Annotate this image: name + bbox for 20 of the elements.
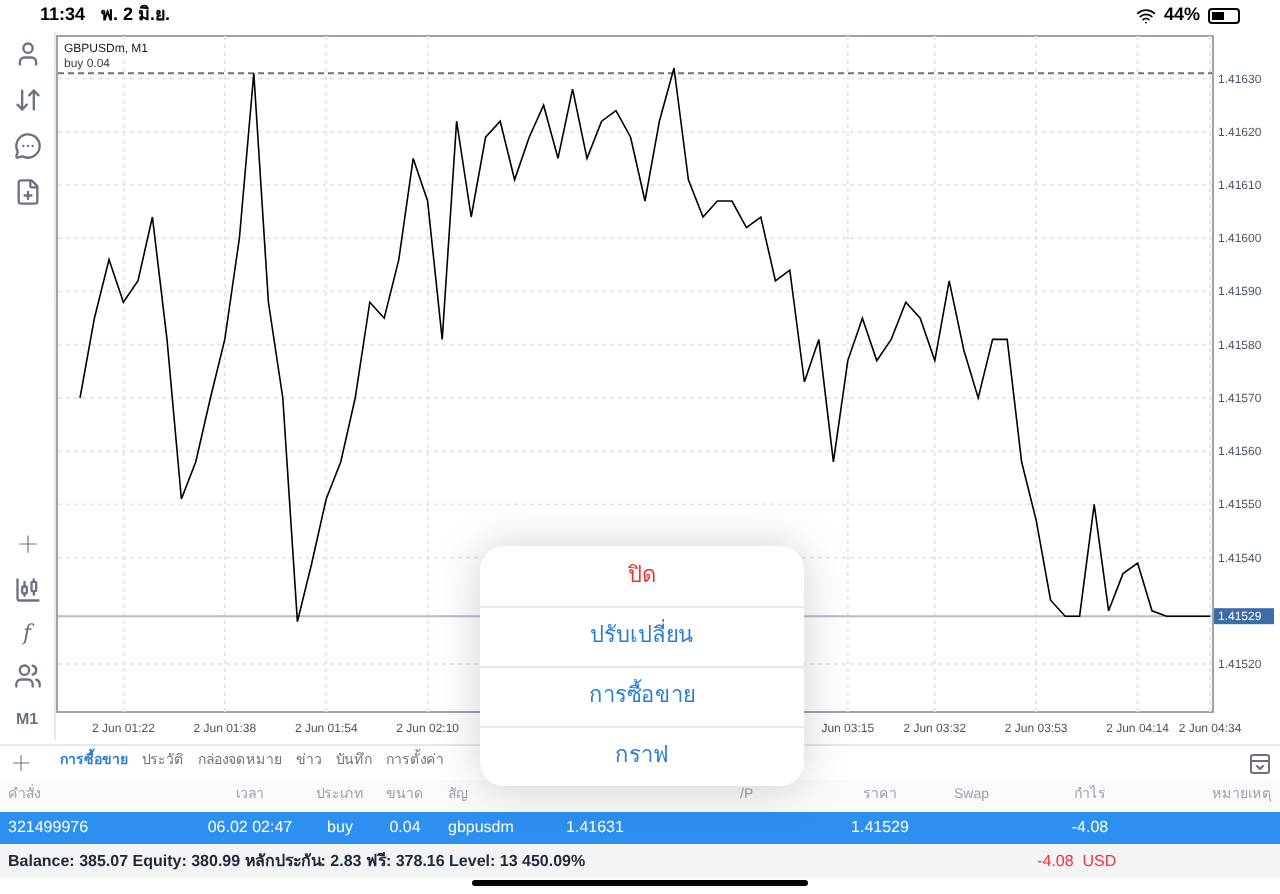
- table-cell-text: 1.41529: [849, 816, 911, 840]
- total-profit: -4.08 USD: [1037, 849, 1117, 873]
- table-cell-text: buy: [325, 816, 355, 840]
- status-time: 11:34: [40, 2, 86, 29]
- menu-item[interactable]: ปรับเปลี่ยน: [480, 606, 804, 666]
- table-cell-text: -4.08: [1069, 816, 1111, 840]
- menu-item[interactable]: ปิด: [480, 546, 804, 606]
- account-summary: Balance: 385.07 Equity: 380.99 หลักประกัน: 2.83 ฟรี: 378.16 Level: 13 450.09%: [6, 849, 586, 873]
- timeframe-button[interactable]: M1: [15, 708, 39, 732]
- table-cell-text: 1.41631: [564, 816, 626, 840]
- menu-item[interactable]: กราฟ: [480, 726, 804, 786]
- status-date: พ. 2 มิ.ย.: [101, 2, 171, 29]
- position-row[interactable]: 321499976 06.02 02:47 buy 0.04 gbpusdm 1.41631 1.41529 -4.08: [0, 812, 1280, 844]
- table-cell-text: 0.04: [387, 816, 423, 840]
- table-cell-text: 321499976: [6, 816, 91, 840]
- battery-percent: 44%: [1163, 2, 1200, 29]
- function-icon[interactable]: f: [22, 622, 32, 644]
- table-cell-text: 06.02 02:47: [205, 816, 295, 840]
- menu-item[interactable]: การซื้อขาย: [480, 666, 804, 726]
- table-cell-text: gbpusdm: [446, 816, 516, 840]
